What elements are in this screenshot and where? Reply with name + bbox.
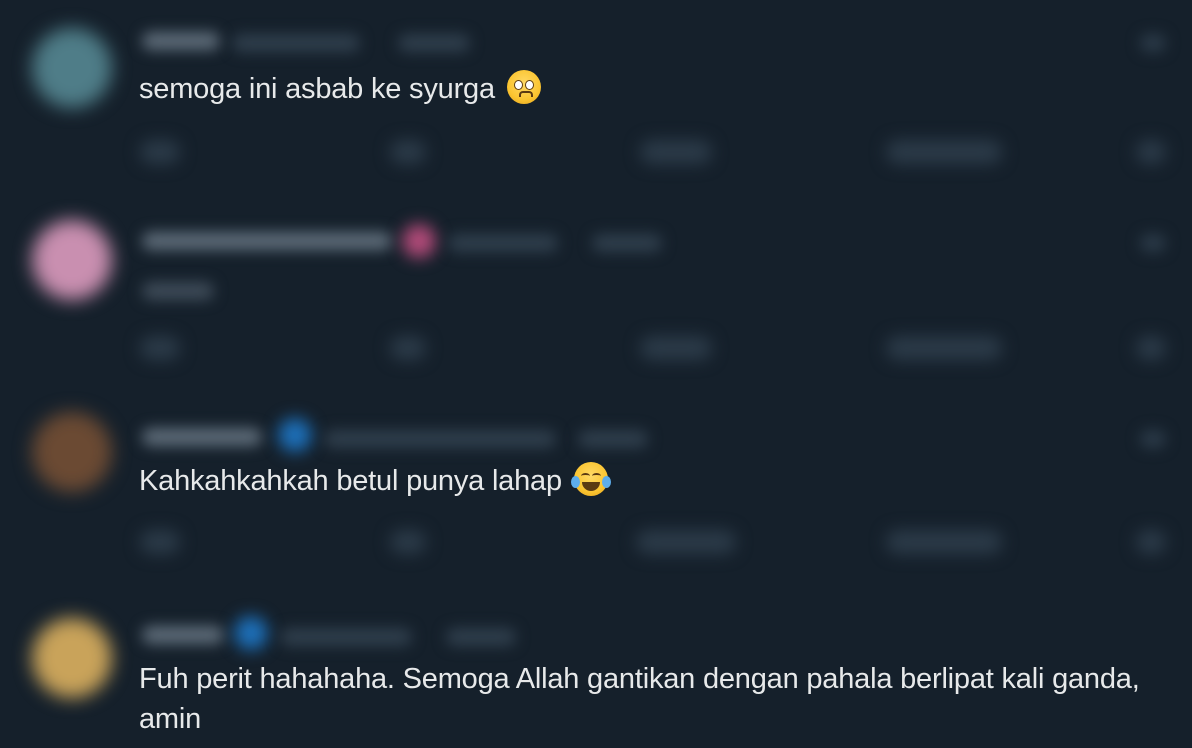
author-name[interactable] <box>142 32 220 50</box>
reply-item[interactable]: Kahkahkahkah betul punya lahap <box>0 392 1192 596</box>
avatar[interactable] <box>32 220 112 300</box>
share-icon[interactable] <box>1136 336 1166 360</box>
action-bar <box>0 530 1192 560</box>
reply-item[interactable]: Fuh perit hahahaha. Semoga Allah gantika… <box>0 596 1192 748</box>
author-name[interactable] <box>142 232 392 250</box>
like-icon[interactable] <box>640 336 712 360</box>
timestamp <box>592 234 662 252</box>
action-bar <box>0 140 1192 170</box>
reply-item[interactable] <box>0 196 1192 392</box>
views-icon[interactable] <box>886 530 1002 554</box>
timestamp <box>578 430 648 448</box>
author-handle <box>324 430 556 448</box>
author-handle <box>280 628 412 646</box>
share-icon[interactable] <box>1136 140 1166 164</box>
author-name[interactable] <box>142 428 262 446</box>
face-with-tears-of-joy-icon <box>570 462 611 496</box>
like-icon[interactable] <box>640 140 712 164</box>
more-options-icon[interactable] <box>1140 430 1166 448</box>
like-icon[interactable] <box>636 530 736 554</box>
avatar[interactable] <box>32 28 112 108</box>
pleading-face-icon <box>506 70 541 104</box>
verified-badge-icon <box>278 418 312 452</box>
timestamp <box>446 628 516 646</box>
avatar[interactable] <box>32 412 112 492</box>
more-options-icon[interactable] <box>1140 234 1166 252</box>
replies-feed: semoga ini asbab ke syurga Kahkahkahkah … <box>0 0 1192 748</box>
verified-badge-icon <box>234 616 268 650</box>
profile-badge <box>402 224 436 258</box>
avatar[interactable] <box>32 618 112 698</box>
reply-icon[interactable] <box>140 140 180 164</box>
views-icon[interactable] <box>886 140 1002 164</box>
retweet-icon[interactable] <box>390 336 426 360</box>
retweet-icon[interactable] <box>390 530 426 554</box>
timestamp <box>398 34 470 52</box>
views-icon[interactable] <box>886 336 1002 360</box>
author-name[interactable] <box>142 626 224 644</box>
share-icon[interactable] <box>1136 530 1166 554</box>
retweet-icon[interactable] <box>390 140 426 164</box>
reply-text: Kahkahkahkah betul punya lahap <box>139 461 1149 501</box>
reply-text: semoga ini asbab ke syurga <box>139 69 1149 109</box>
author-handle <box>232 34 360 52</box>
action-bar <box>0 336 1192 366</box>
reply-icon[interactable] <box>140 336 180 360</box>
author-subtitle <box>142 282 214 300</box>
reply-icon[interactable] <box>140 530 180 554</box>
reply-text: Fuh perit hahahaha. Semoga Allah gantika… <box>139 663 1140 735</box>
reply-item[interactable]: semoga ini asbab ke syurga <box>0 0 1192 196</box>
more-options-icon[interactable] <box>1140 34 1166 52</box>
author-handle <box>448 234 558 252</box>
